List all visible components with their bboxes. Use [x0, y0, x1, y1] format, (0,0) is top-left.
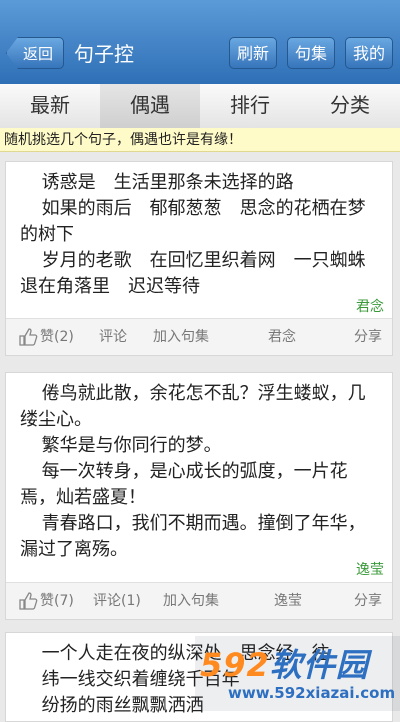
tab-encounter[interactable]: 偶遇: [100, 84, 200, 128]
my-button[interactable]: 我的: [345, 37, 393, 69]
info-banner: 随机挑选几个句子，偶遇也许是有缘！: [0, 128, 400, 152]
author-name[interactable]: 君念: [356, 296, 384, 316]
sentence-line: 青春路口，我们不期而遇。撞倒了年华，漏过了离殇。: [20, 513, 366, 560]
thumbs-up-icon: [19, 592, 38, 610]
share-button[interactable]: 分享: [354, 583, 382, 619]
thumbs-up-icon: [19, 328, 38, 346]
add-to-collection-button[interactable]: 加入句集: [153, 319, 209, 355]
watermark-logo: 592软件园: [200, 646, 369, 684]
refresh-button[interactable]: 刷新: [229, 37, 277, 69]
sentence-text: 诱惑是 生活里那条未选择的路 如果的雨后 郁郁葱葱 思念的花栖在梦的树下 岁月的…: [6, 162, 392, 300]
card-author-link[interactable]: 逸莹: [274, 583, 302, 619]
add-to-collection-button[interactable]: 加入句集: [163, 583, 219, 619]
sentence-line: 倦鸟就此散，余花怎不乱？浮生蝼蚁，几缕尘心。: [20, 383, 366, 430]
card-action-bar: 赞(2) 评论 加入句集 君念 分享: [6, 318, 392, 355]
author-name[interactable]: 逸莹: [356, 559, 384, 579]
tab-latest[interactable]: 最新: [0, 84, 100, 128]
sentence-text: 倦鸟就此散，余花怎不乱？浮生蝼蚁，几缕尘心。 繁华是与你同行的梦。 每一次转身，…: [6, 373, 392, 563]
tab-category[interactable]: 分类: [300, 84, 400, 128]
sentence-card: 诱惑是 生活里那条未选择的路 如果的雨后 郁郁葱葱 思念的花栖在梦的树下 岁月的…: [5, 161, 393, 356]
sentence-card: 倦鸟就此散，余花怎不乱？浮生蝼蚁，几缕尘心。 繁华是与你同行的梦。 每一次转身，…: [5, 372, 393, 620]
card-author-link[interactable]: 君念: [268, 319, 296, 355]
share-button[interactable]: 分享: [354, 319, 382, 355]
watermark-url: www.592xiazai.com: [228, 684, 396, 702]
sentence-line: 诱惑是 生活里那条未选择的路: [41, 172, 294, 193]
tab-ranking[interactable]: 排行: [200, 84, 300, 128]
app-title: 句子控: [74, 42, 134, 66]
comment-button[interactable]: 评论(1): [93, 583, 141, 619]
sentence-line: 如果的雨后 郁郁葱葱 思念的花栖在梦的树下: [20, 198, 366, 245]
sentence-line: 岁月的老歌 在回忆里织着网 一只蜘蛛退在角落里 迟迟等待: [20, 250, 366, 297]
comment-button[interactable]: 评论: [99, 319, 127, 355]
back-button[interactable]: 返回: [6, 37, 64, 69]
like-button[interactable]: 赞(2): [18, 319, 74, 355]
sentence-line: 每一次转身，是心成长的弧度，一片花焉，灿若盛夏！: [20, 461, 348, 508]
tab-bar: 最新 偶遇 排行 分类: [0, 84, 400, 130]
collection-button[interactable]: 句集: [287, 37, 335, 69]
card-action-bar: 赞(7) 评论(1) 加入句集 逸莹 分享: [6, 582, 392, 619]
sentence-line: 繁华是与你同行的梦。: [41, 435, 222, 456]
like-button[interactable]: 赞(7): [18, 583, 74, 619]
top-bar: 返回 句子控 刷新 句集 我的: [0, 0, 400, 85]
